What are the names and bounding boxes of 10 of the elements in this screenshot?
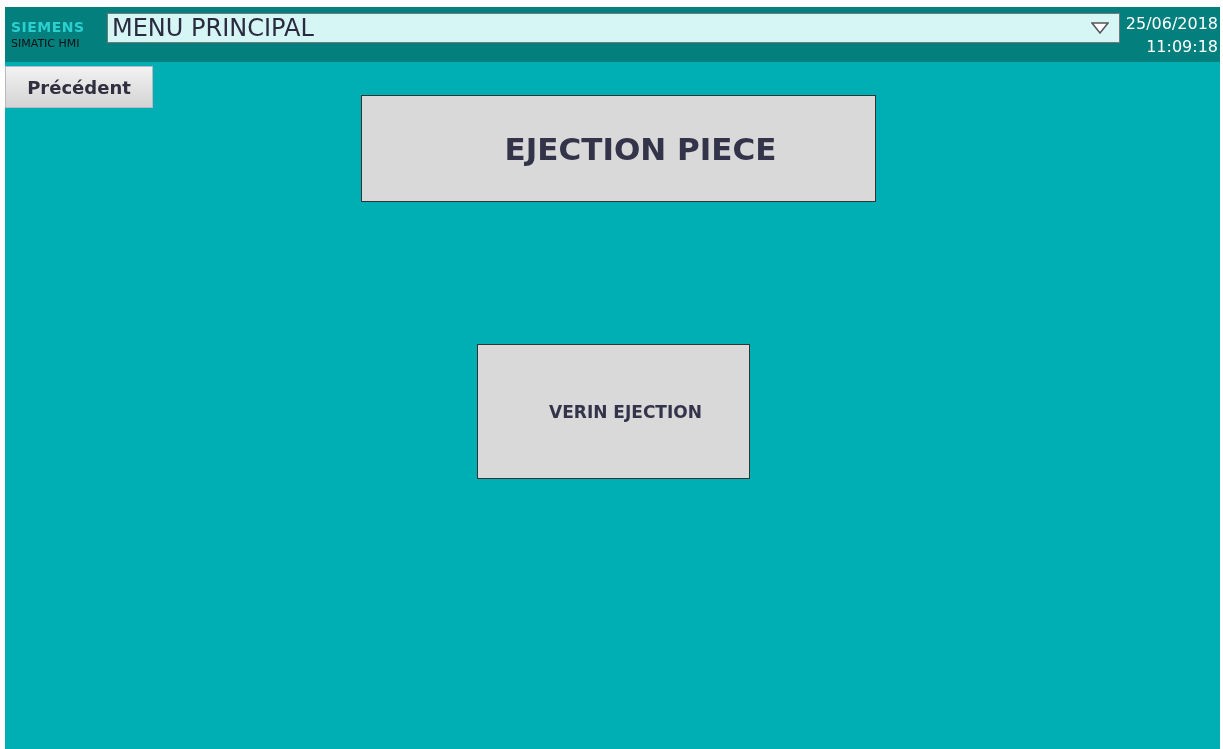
brand-name: SIEMENS (11, 20, 86, 34)
dropdown-icon (1090, 21, 1109, 34)
action-button[interactable]: VERIN EJECTION (477, 344, 750, 479)
back-button[interactable]: Précédent (5, 66, 153, 108)
time-text: 11:09:18 (1146, 36, 1218, 56)
screen-selector-value: MENU PRINCIPAL (112, 13, 314, 42)
date-text: 25/06/2018 (1125, 13, 1218, 33)
screen-title: EJECTION PIECE (361, 95, 876, 202)
product-name: SIMATIC HMI (11, 38, 81, 49)
screen-selector[interactable]: MENU PRINCIPAL (107, 12, 1120, 43)
